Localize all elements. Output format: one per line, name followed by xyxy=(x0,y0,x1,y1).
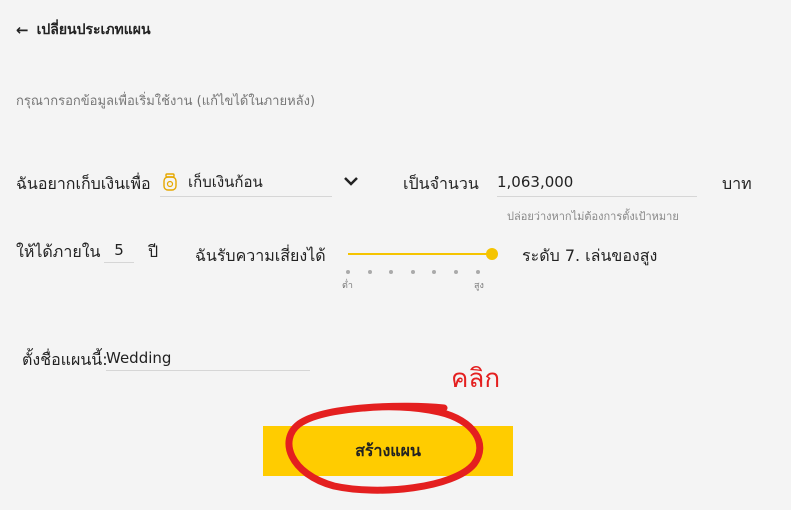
create-plan-button[interactable]: สร้างแผน xyxy=(263,426,513,476)
back-link-label: เปลี่ยนประเภทแผน xyxy=(36,22,151,38)
risk-label: ฉันรับความเสี่ยงได้ xyxy=(195,246,326,265)
risk-step-dot xyxy=(476,270,480,274)
duration-prefix-label: ให้ได้ภายใน xyxy=(16,242,101,261)
risk-high-label: สูง xyxy=(474,281,484,291)
arrow-left-icon: ← xyxy=(16,21,29,39)
risk-low-label: ต่ำ xyxy=(342,281,353,291)
risk-step-dot xyxy=(411,270,415,274)
chevron-down-icon[interactable] xyxy=(342,172,360,190)
amount-hint: ปล่อยว่างหากไม่ต้องการตั้งเป้าหมาย xyxy=(507,210,679,223)
goal-prefix-label: ฉันอยากเก็บเงินเพื่อ xyxy=(16,174,151,193)
goal-type-select[interactable]: เก็บเงินก้อน xyxy=(160,168,332,197)
subtitle: กรุณากรอกข้อมูลเพื่อเริ่มใช้งาน (แก้ไขได… xyxy=(16,94,316,109)
click-annotation: คลิก xyxy=(451,364,501,394)
risk-slider-track xyxy=(348,253,492,255)
risk-step-dot xyxy=(454,270,458,274)
years-input[interactable]: 5 xyxy=(104,238,134,263)
risk-slider-handle[interactable] xyxy=(486,248,498,260)
risk-level-text: ระดับ 7. เล่นของสูง xyxy=(522,246,658,265)
back-link[interactable]: ← เปลี่ยนประเภทแผน xyxy=(16,19,151,41)
risk-step-dot xyxy=(368,270,372,274)
amount-input[interactable]: 1,063,000 xyxy=(497,168,697,197)
risk-step-dot xyxy=(432,270,436,274)
risk-step-dot xyxy=(389,270,393,274)
goal-type-value: เก็บเงินก้อน xyxy=(188,173,263,191)
plan-name-input[interactable]: Wedding xyxy=(106,346,310,371)
currency-label: บาท xyxy=(722,174,752,193)
amount-label: เป็นจำนวน xyxy=(403,174,479,193)
risk-step-dot xyxy=(346,270,350,274)
money-jar-icon xyxy=(163,173,177,191)
years-unit-label: ปี xyxy=(148,242,159,261)
plan-name-label: ตั้งชื่อแผนนี้: xyxy=(22,350,108,369)
